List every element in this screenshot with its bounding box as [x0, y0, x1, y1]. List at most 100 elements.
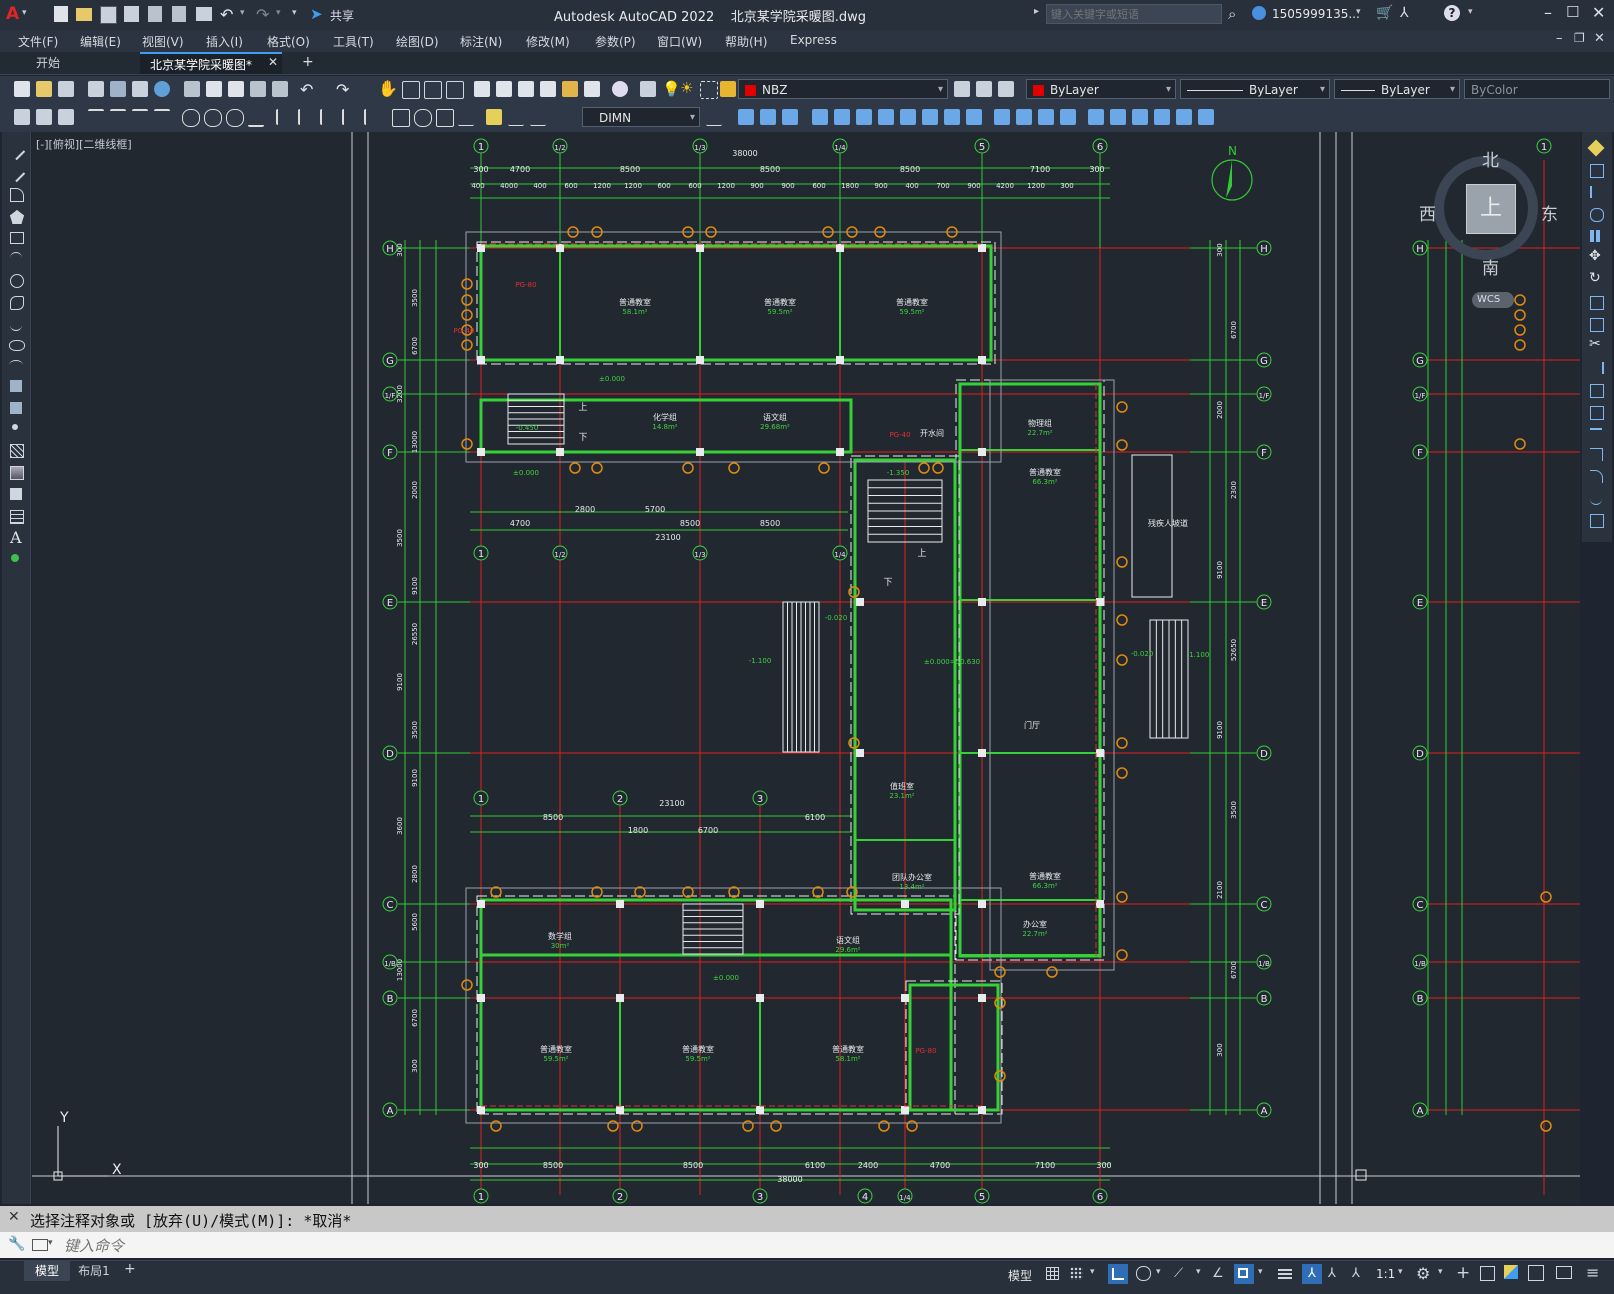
publish-icon[interactable]: [132, 81, 148, 97]
osnap-icon[interactable]: [1234, 1264, 1254, 1284]
make-current-icon[interactable]: [954, 81, 970, 97]
share-button[interactable]: 共享: [330, 7, 354, 24]
new-file-icon[interactable]: [54, 6, 68, 22]
stretch-icon[interactable]: [900, 109, 916, 125]
annotation-scale-value[interactable]: 1:1: [1376, 1267, 1395, 1281]
save-web-icon[interactable]: [172, 6, 186, 22]
scale-dropdown-icon[interactable]: ▾: [1398, 1267, 1403, 1277]
layer-thaw-icon[interactable]: ☀: [680, 79, 693, 97]
insert-table-icon[interactable]: [14, 109, 30, 125]
extend-obj-icon[interactable]: [1590, 362, 1604, 374]
help-dropdown-icon[interactable]: ▾: [1468, 7, 1473, 17]
polyline-icon[interactable]: [10, 188, 24, 202]
save-as-icon[interactable]: [124, 6, 139, 22]
customization-icon[interactable]: ≡: [1586, 1263, 1599, 1282]
hatch-icon[interactable]: [10, 444, 24, 458]
ordinate-dim-icon[interactable]: [154, 109, 170, 127]
doc-minimize-icon[interactable]: –: [1556, 31, 1563, 46]
dimstyle-dropdown[interactable]: DIMN ▾: [582, 107, 700, 127]
units-icon[interactable]: [1480, 1266, 1495, 1281]
ellipse-icon[interactable]: [9, 340, 25, 351]
model-space-canvas[interactable]: [-][俯视][二维线框] 300 4700 8500 8500 8500 7100 300…: [32, 132, 1580, 1204]
qnew-icon[interactable]: [14, 81, 30, 97]
color-dropdown[interactable]: ByLayer ▾: [1026, 79, 1176, 99]
user-account[interactable]: 1505999135...: [1272, 7, 1360, 21]
send-back-icon[interactable]: [1132, 109, 1148, 125]
angular-dim-icon[interactable]: [248, 109, 264, 127]
customize-qat-icon[interactable]: ▾: [292, 8, 297, 18]
lineweight-dropdown[interactable]: ByLayer ▾: [1334, 79, 1460, 99]
erase-icon[interactable]: [1587, 139, 1605, 157]
save-icon[interactable]: [100, 6, 117, 24]
copy-obj-icon[interactable]: [1590, 164, 1604, 178]
array-obj-icon[interactable]: [1590, 230, 1602, 242]
plot-tb-icon[interactable]: [88, 81, 104, 97]
new-tab-button[interactable]: +: [302, 54, 314, 70]
add-layout-button[interactable]: +: [124, 1261, 136, 1277]
command-input[interactable]: [62, 1234, 1606, 1258]
search-icon[interactable]: ⌕: [1228, 5, 1236, 23]
block-editor-icon[interactable]: [272, 81, 288, 97]
viewcube-east[interactable]: 东: [1541, 200, 1558, 225]
quickcalc-icon[interactable]: [584, 81, 600, 97]
iso-dropdown-icon[interactable]: ▾: [1196, 1267, 1201, 1277]
menu-draw[interactable]: 绘图(D): [396, 33, 439, 50]
properties-icon[interactable]: [474, 81, 490, 97]
line-icon[interactable]: [6, 141, 26, 161]
menu-tools[interactable]: 工具(T): [333, 33, 374, 50]
sheet-set-icon[interactable]: [540, 81, 556, 97]
ortho-icon[interactable]: [1108, 1264, 1128, 1284]
array-icon[interactable]: [812, 109, 828, 125]
otrack-icon[interactable]: ∠: [1212, 1266, 1224, 1281]
copy-icon[interactable]: [206, 81, 222, 97]
preview-icon[interactable]: [110, 81, 126, 97]
dim-front-icon[interactable]: [1198, 109, 1214, 125]
layer-vp-icon[interactable]: [700, 81, 718, 99]
menu-view[interactable]: 视图(V): [142, 33, 184, 50]
add-selected-icon[interactable]: [11, 554, 19, 562]
polar-icon[interactable]: [1136, 1266, 1151, 1281]
open-file-icon[interactable]: [76, 8, 92, 21]
close-icon[interactable]: ✕: [1592, 3, 1605, 22]
maximize-icon[interactable]: ☐: [1566, 3, 1579, 21]
tab-layout1[interactable]: 布局1: [72, 1261, 116, 1281]
layer-on-icon[interactable]: 💡: [662, 80, 681, 98]
chamfer-icon[interactable]: [1016, 109, 1032, 125]
inspection-icon[interactable]: [436, 109, 454, 127]
break-icon[interactable]: [966, 109, 982, 125]
diameter-dim-icon[interactable]: [226, 109, 244, 127]
osnap-dropdown-icon[interactable]: ▾: [1258, 1267, 1263, 1277]
copy-tool-icon[interactable]: [738, 109, 754, 125]
help-search-input[interactable]: [1046, 4, 1222, 24]
annotation-scale-icon[interactable]: ⅄: [1352, 1266, 1360, 1281]
text-front-icon[interactable]: [1154, 109, 1170, 125]
explode-obj-icon[interactable]: [1590, 514, 1604, 528]
revcloud-icon[interactable]: [10, 296, 24, 310]
scale-icon[interactable]: [878, 109, 894, 125]
undo-tb-icon[interactable]: ↶: [300, 80, 313, 99]
snap-icon[interactable]: [1070, 1267, 1083, 1280]
region-icon[interactable]: [10, 488, 22, 500]
help-icon[interactable]: ?: [1444, 5, 1460, 21]
workspace-dropdown-icon[interactable]: ▾: [1438, 1267, 1443, 1277]
fillet-obj-icon[interactable]: [1590, 470, 1603, 483]
open-web-icon[interactable]: [148, 6, 162, 22]
help-tb-icon[interactable]: [612, 81, 628, 97]
menu-format[interactable]: 格式(O): [267, 33, 310, 50]
workspace-gear-icon[interactable]: ⚙: [1416, 1264, 1430, 1283]
polygon-icon[interactable]: [10, 210, 24, 224]
table-icon[interactable]: [10, 510, 24, 524]
paste-icon[interactable]: [228, 81, 244, 97]
stretch-obj-icon[interactable]: [1590, 318, 1604, 332]
lineweight-icon[interactable]: [1278, 1267, 1292, 1279]
cart-icon[interactable]: 🛒: [1376, 5, 1393, 21]
grid-icon[interactable]: [1046, 1267, 1059, 1280]
fillet-icon[interactable]: [1038, 109, 1054, 125]
dim-space-icon[interactable]: [342, 109, 360, 125]
recent-dropdown-icon[interactable]: ▾: [48, 1238, 53, 1248]
point-icon[interactable]: [12, 424, 18, 430]
ellipse-arc-icon[interactable]: [9, 360, 23, 370]
layer-dropdown[interactable]: NBZ ▾: [738, 79, 948, 99]
offset-obj-icon[interactable]: [1590, 208, 1604, 222]
update-fields-icon[interactable]: [58, 109, 74, 125]
